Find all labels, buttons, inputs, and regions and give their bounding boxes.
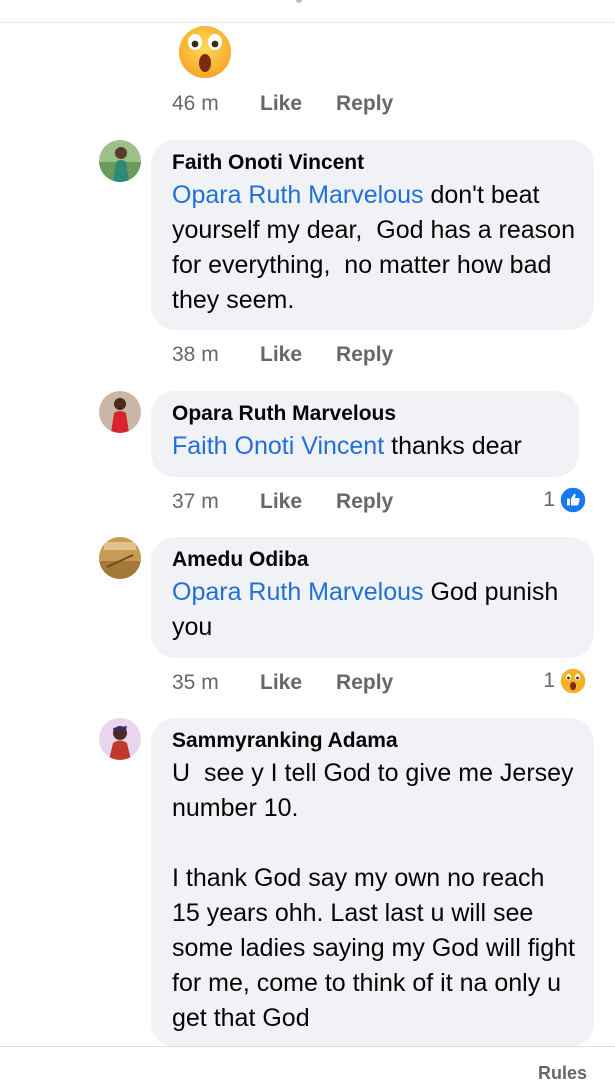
- wow-icon: [559, 667, 587, 695]
- reaction-summary[interactable]: 1: [543, 667, 587, 695]
- comment-author[interactable]: Amedu Odiba: [172, 547, 576, 573]
- bottom-divider: [0, 1046, 615, 1047]
- mention-link[interactable]: Opara Ruth Marvelous: [172, 181, 424, 209]
- like-button[interactable]: Like: [260, 490, 302, 514]
- like-button[interactable]: Like: [260, 671, 302, 695]
- comment-actions: 38 m Like Reply: [172, 341, 427, 369]
- top-divider: [0, 22, 615, 23]
- comment-bubble: Opara Ruth Marvelous Faith Onoti Vincent…: [151, 391, 579, 477]
- comment-actions: 35 m Like Reply: [172, 669, 427, 697]
- comment-time: 35 m: [172, 671, 219, 694]
- comment-body: U see y I tell God to give me Jersey num…: [172, 759, 575, 1032]
- comment-author[interactable]: Sammyranking Adama: [172, 728, 576, 754]
- comment-text: Opara Ruth Marvelous don't beat yourself…: [172, 178, 576, 318]
- reply-button[interactable]: Reply: [336, 343, 393, 367]
- avatar[interactable]: [99, 718, 141, 760]
- rules-link[interactable]: Rules: [538, 1063, 587, 1084]
- comment-text: Faith Onoti Vincent thanks dear: [172, 429, 561, 464]
- avatar[interactable]: [99, 391, 141, 433]
- comment-time: 38 m: [172, 343, 219, 366]
- avatar[interactable]: [99, 537, 141, 579]
- reply-button[interactable]: Reply: [336, 490, 393, 514]
- comment-time: 46 m: [172, 92, 219, 115]
- like-button[interactable]: Like: [260, 92, 302, 116]
- comment-time: 37 m: [172, 490, 219, 513]
- comment-bubble: Faith Onoti Vincent Opara Ruth Marvelous…: [151, 140, 594, 330]
- top-scroll-indicator: [296, 0, 302, 3]
- reaction-summary[interactable]: 1: [543, 486, 587, 514]
- mention-link[interactable]: Opara Ruth Marvelous: [172, 578, 424, 606]
- comment-bubble: Sammyranking Adama U see y I tell God to…: [151, 718, 594, 1047]
- reaction-count: 1: [543, 488, 555, 511]
- comment-actions: 46 m Like Reply: [172, 90, 427, 118]
- reply-button[interactable]: Reply: [336, 671, 393, 695]
- like-icon: [559, 486, 587, 514]
- mention-link[interactable]: Faith Onoti Vincent: [172, 432, 384, 460]
- comment-bubble: Amedu Odiba Opara Ruth Marvelous God pun…: [151, 537, 594, 658]
- avatar[interactable]: [99, 140, 141, 182]
- wow-emoji-sticker: [179, 26, 231, 78]
- comment-text: Opara Ruth Marvelous God punish you: [172, 575, 576, 645]
- comment-actions: 37 m Like Reply: [172, 488, 427, 516]
- comment-author[interactable]: Faith Onoti Vincent: [172, 150, 576, 176]
- like-button[interactable]: Like: [260, 343, 302, 367]
- comment-body: thanks dear: [384, 432, 522, 460]
- comment-author[interactable]: Opara Ruth Marvelous: [172, 401, 561, 427]
- reaction-count: 1: [543, 669, 555, 692]
- reply-button[interactable]: Reply: [336, 92, 393, 116]
